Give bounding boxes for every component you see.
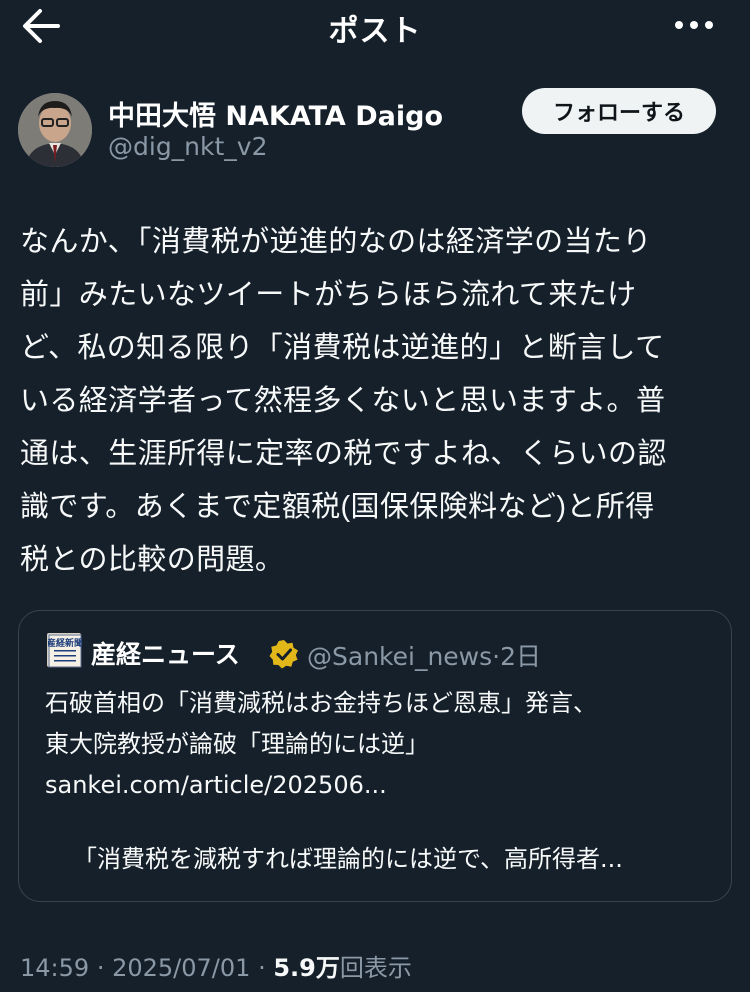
follow-button[interactable]: フォローする <box>522 88 716 134</box>
quoted-post-text: 石破首相の「消費減税はお金持ちほど恩恵」発言、 東大院教授が論破「理論的には逆」… <box>45 683 715 806</box>
sankei-logo: 産経新聞 <box>47 633 83 668</box>
sankei-logo-text: 産経新聞 <box>48 637 82 649</box>
quoted-post-excerpt: 「消費税を減税すれば理論的には逆で、高所得者... <box>73 845 623 873</box>
views-label: 回表示 <box>339 954 412 982</box>
post-text: なんか、「消費税が逆進的なのは経済学の当たり 前」みたいなツイートがちらほら流れ… <box>20 216 732 587</box>
author-avatar[interactable] <box>18 93 92 167</box>
separator-dot: · <box>492 642 501 671</box>
more-options-button[interactable] <box>672 10 716 40</box>
quoted-post-link[interactable]: sankei.com/article/202506... <box>45 765 715 806</box>
post-text-line: 識です。あくまで定額税(国保保険料など)と所得 <box>20 491 655 523</box>
post-text-line: 前」みたいなツイートがちらほら流れて来たけ <box>20 279 637 311</box>
avatar-photo <box>18 93 92 167</box>
quoted-text-line: 石破首相の「消費減税はお金持ちほど恩恵」発言、 <box>45 689 597 717</box>
post-text-line: いる経済学者って然程多くないと思いますよ。普 <box>20 385 666 417</box>
quoted-author-name: 産経ニュース <box>91 640 240 669</box>
views-count: 5.9万 <box>273 954 340 982</box>
quoted-post-card[interactable]: 産経新聞 産経ニュース @Sankei_news·2日 石破首相の「消費減税はお… <box>18 610 732 902</box>
post-meta: 14:59 · 2025/07/01 · 5.9万回表示 <box>20 948 412 983</box>
post-text-line: 通は、生涯所得に定率の税ですよね、くらいの認 <box>20 438 667 470</box>
post-text-line: 税との比較の問題。 <box>20 544 285 576</box>
quoted-post-time: 2日 <box>500 642 542 671</box>
author-handle[interactable]: @dig_nkt_v2 <box>108 132 268 161</box>
author-display-name[interactable]: 中田大悟 NAKATA Daigo <box>108 94 443 133</box>
top-bar: ポスト <box>0 0 750 56</box>
more-horizontal-icon <box>675 21 713 29</box>
quoted-author-handle: @Sankei_news <box>307 642 493 671</box>
verified-badge-icon <box>269 640 298 669</box>
post-time[interactable]: 14:59 <box>20 954 89 982</box>
quoted-text-line: 東大院教授が論破「理論的には逆」 <box>45 730 429 758</box>
page-title: ポスト <box>328 14 422 49</box>
post-date[interactable]: 2025/07/01 <box>112 954 250 982</box>
post-text-line: なんか、「消費税が逆進的なのは経済学の当たり <box>20 226 652 258</box>
separator-dot: · <box>96 954 105 982</box>
post-text-line: ど、私の知る限り「消費税は逆進的」と断言して <box>20 332 665 364</box>
quoted-author-meta: @Sankei_news·2日 <box>307 637 541 673</box>
separator-dot: · <box>258 954 266 982</box>
